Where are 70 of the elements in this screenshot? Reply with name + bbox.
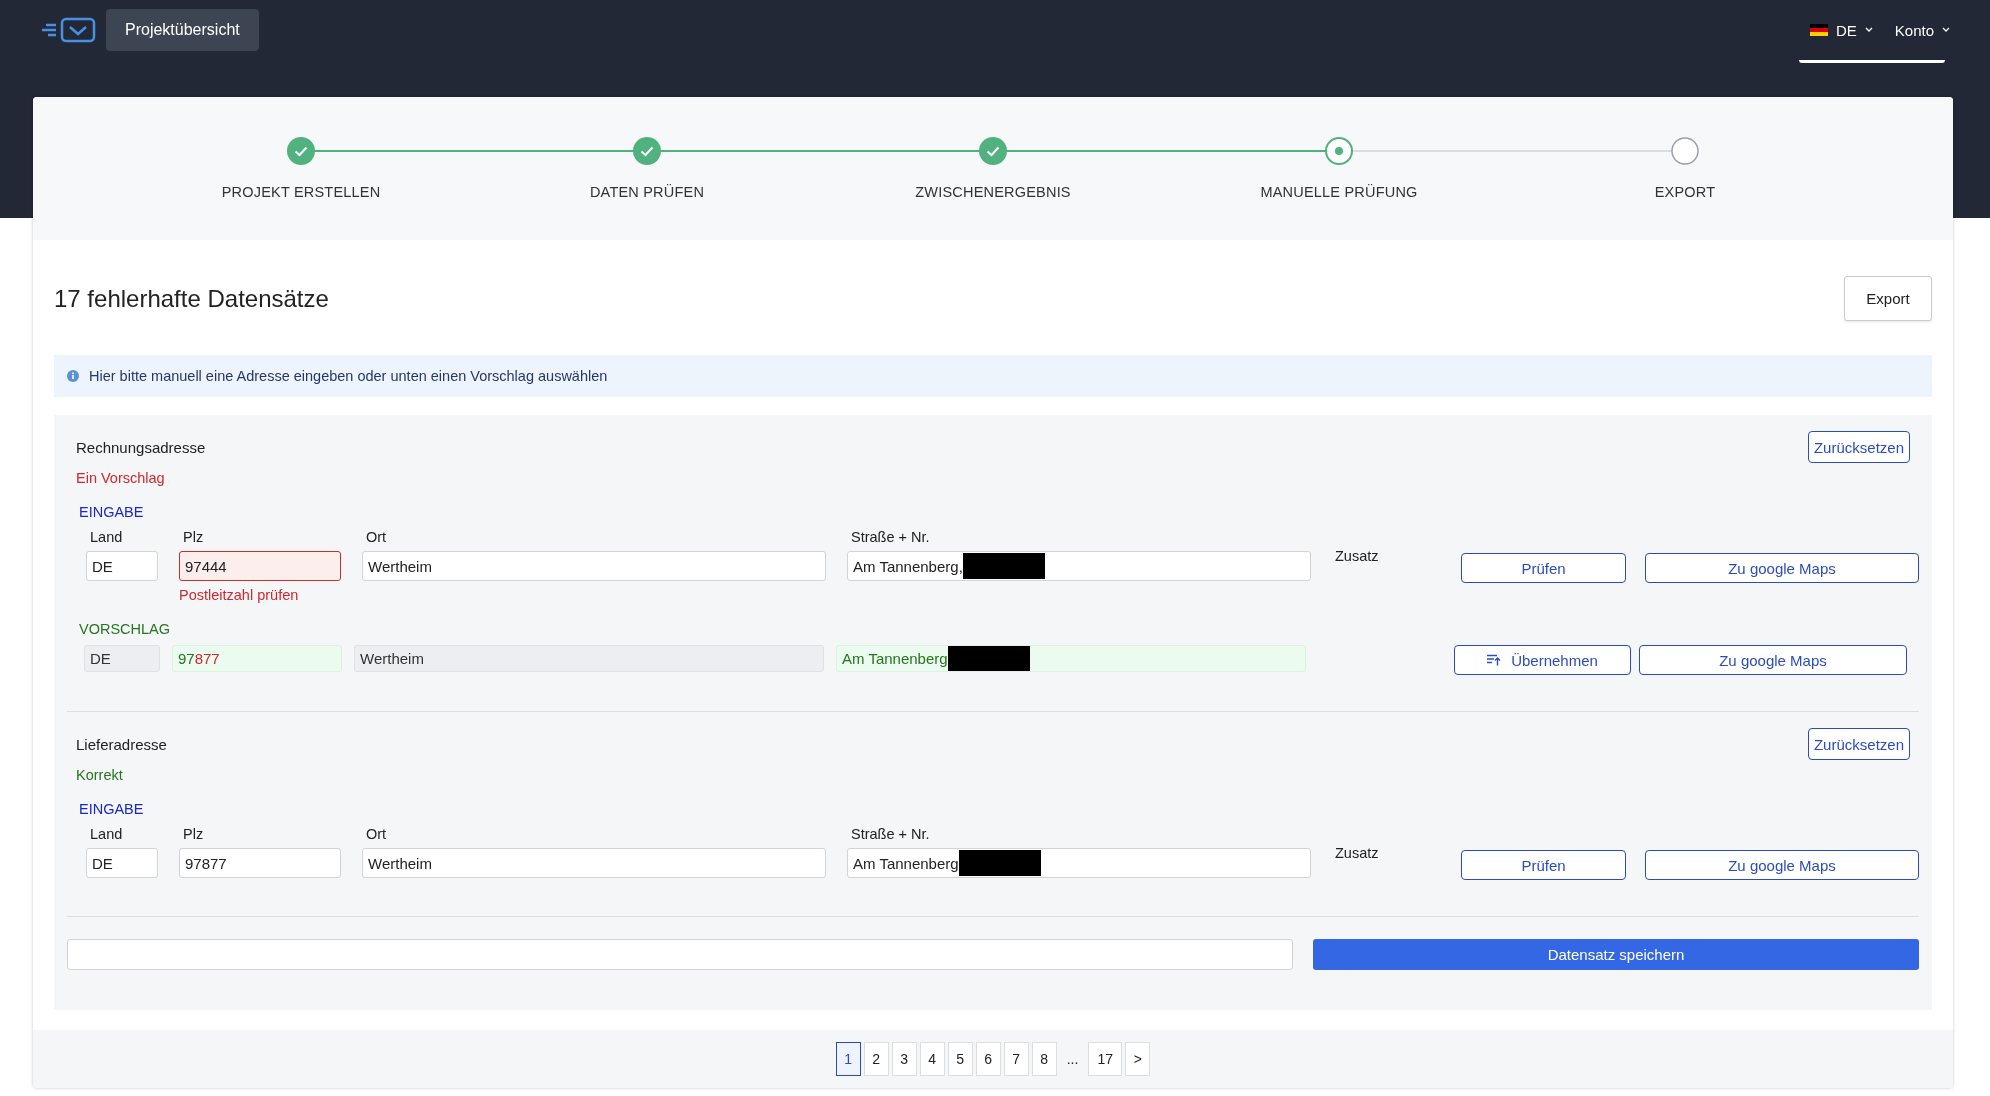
- google-maps-button[interactable]: Zu google Maps: [1645, 553, 1919, 583]
- field-label: Ort: [365, 529, 388, 545]
- reset-button[interactable]: Zurücksetzen: [1807, 728, 1910, 760]
- address-title: Lieferadresse: [76, 736, 167, 753]
- check-button[interactable]: Prüfen: [1461, 850, 1626, 880]
- flag-icon: [1809, 24, 1828, 36]
- step-label: MANUELLE PRÜFUNG: [1260, 184, 1418, 200]
- input-field[interactable]: DE: [86, 551, 158, 581]
- input-field[interactable]: DE: [86, 848, 158, 878]
- google-maps-button[interactable]: Zu google Maps: [1645, 850, 1919, 880]
- page-button[interactable]: 4: [919, 1042, 945, 1076]
- field-label: Plz: [182, 529, 205, 545]
- google-maps-button[interactable]: Zu google Maps: [1639, 645, 1907, 675]
- page-heading: 17 fehlerhafte Datensätze: [54, 284, 329, 313]
- address-status: Ein Vorschlag: [76, 470, 166, 486]
- logo-icon[interactable]: [42, 16, 96, 44]
- page-button[interactable]: 8: [1031, 1042, 1057, 1076]
- page-button[interactable]: 7: [1003, 1042, 1029, 1076]
- page-button[interactable]: 2: [863, 1042, 889, 1076]
- step-label: ZWISCHENERGEBNIS: [915, 184, 1071, 200]
- chevron-icon: [1864, 27, 1873, 33]
- page-button[interactable]: 6: [975, 1042, 1001, 1076]
- field-label: Straße + Nr.: [850, 826, 931, 842]
- suggestion-field: Wertheim: [354, 645, 824, 672]
- info-icon: [67, 370, 79, 382]
- step-label: DATEN PRÜFEN: [589, 184, 705, 200]
- step-circle-icon: [1670, 136, 1700, 166]
- project-overview-button[interactable]: Projektübersicht: [106, 9, 259, 51]
- reset-button[interactable]: Zurücksetzen: [1807, 431, 1910, 463]
- apply-icon: [1487, 654, 1502, 666]
- section-label: VORSCHLAG: [79, 621, 172, 637]
- step-label: PROJEKT ERSTELLEN: [221, 184, 381, 200]
- step-label: EXPORT: [1654, 184, 1716, 200]
- field-label: Zusatz: [1335, 845, 1380, 861]
- input-field[interactable]: Wertheim: [362, 848, 826, 878]
- input-field[interactable]: Am Tannenberg: [847, 848, 1311, 878]
- suggestion-field: Am Tannenberg: [836, 645, 1306, 672]
- input-field[interactable]: [67, 939, 1293, 970]
- page-button[interactable]: 5: [947, 1042, 973, 1076]
- address-status: Korrekt: [76, 767, 124, 783]
- suggestion-field: DE: [84, 645, 160, 672]
- field-label: Land: [89, 826, 124, 842]
- section-label: EINGABE: [79, 801, 145, 817]
- suggestion-field: 97877: [172, 645, 342, 672]
- error-message: Postleitzahl prüfen: [179, 587, 300, 603]
- input-field[interactable]: Wertheim: [362, 551, 826, 581]
- page-button[interactable]: 3: [891, 1042, 917, 1076]
- chevron-icon: [1942, 27, 1950, 33]
- info-text: Hier bitte manuell eine Adresse eingeben oder unten einen Vorschlag auswählen: [89, 368, 608, 384]
- apply-button[interactable]: Übernehmen: [1454, 645, 1631, 675]
- page-button[interactable]: 1: [835, 1042, 861, 1076]
- field-label: Plz: [182, 826, 205, 842]
- check-button[interactable]: Prüfen: [1461, 553, 1626, 583]
- field-label: Ort: [365, 826, 388, 842]
- export-button[interactable]: Export: [1844, 276, 1932, 321]
- field-label: Zusatz: [1335, 548, 1380, 564]
- address-title: Rechnungsadresse: [76, 439, 206, 456]
- field-label: Land: [89, 529, 124, 545]
- save-record-button[interactable]: Datensatz speichern: [1313, 939, 1919, 970]
- pagination-ellipsis: ...: [1065, 1050, 1080, 1069]
- next-page-button[interactable]: >: [1125, 1042, 1151, 1076]
- input-field[interactable]: Am Tannenberg,: [847, 551, 1311, 581]
- field-label: Straße + Nr.: [850, 529, 931, 545]
- section-label: EINGABE: [79, 504, 145, 520]
- input-field[interactable]: 97444: [179, 551, 341, 581]
- page-button[interactable]: 17: [1088, 1042, 1123, 1076]
- button-edge[interactable]: [1799, 60, 1945, 63]
- language-menu[interactable]: DE: [1809, 21, 1873, 39]
- input-field[interactable]: 97877: [179, 848, 341, 878]
- account-menu[interactable]: Konto: [1894, 21, 1950, 39]
